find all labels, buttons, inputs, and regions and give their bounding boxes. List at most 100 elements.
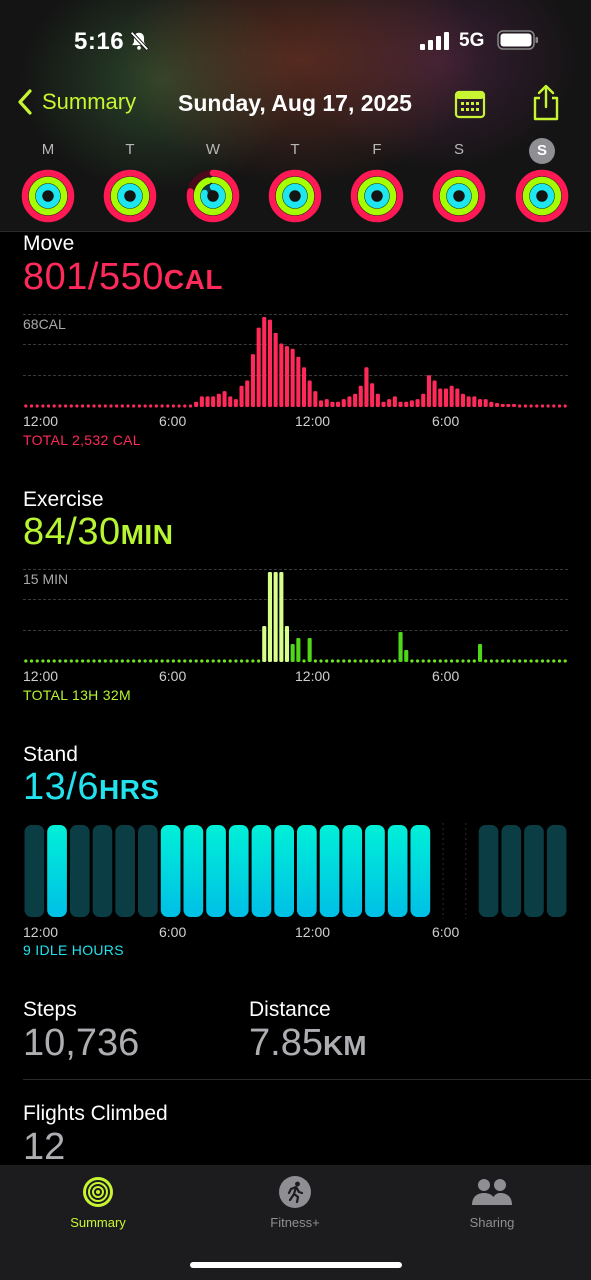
move-bar [302, 367, 307, 407]
move-bar [313, 391, 318, 407]
move-bar [194, 401, 199, 407]
stand-bars [24, 823, 567, 919]
tab-fitness-plus[interactable]: Fitness+ [235, 1175, 355, 1230]
exercise-title: Exercise [23, 488, 104, 511]
move-bar [75, 404, 79, 408]
day-0[interactable]: M [18, 138, 78, 223]
move-bar [205, 396, 210, 407]
move-bar [353, 393, 358, 407]
exercise-bar [535, 659, 539, 663]
exercise-bar [404, 650, 409, 662]
move-bars [24, 317, 567, 408]
day-label: T [125, 141, 135, 158]
move-bar [24, 404, 28, 408]
move-bar [199, 396, 204, 407]
home-indicator [190, 1262, 402, 1268]
stand-bar [274, 825, 294, 917]
move-bar [81, 404, 85, 408]
tab-fitness-plus-label: Fitness+ [270, 1215, 320, 1230]
exercise-value: 84/30MIN [23, 511, 173, 554]
x-label: 6:00 [159, 413, 187, 429]
divider [23, 1079, 591, 1080]
ring-progress [282, 183, 308, 209]
exercise-bar [98, 659, 102, 663]
stand-value: 13/6HRS [23, 766, 160, 809]
stand-value-number: 13/6 [23, 766, 99, 808]
x-label: 6:00 [432, 924, 460, 940]
x-label: 12:00 [295, 924, 331, 940]
move-bar [557, 404, 562, 408]
tab-summary-label: Summary [70, 1215, 126, 1230]
move-bar [64, 404, 68, 408]
move-bar [478, 399, 483, 407]
stand-chart [23, 823, 568, 919]
x-label: 12:00 [23, 413, 59, 429]
move-bar [523, 404, 527, 408]
exercise-bar [495, 659, 499, 663]
exercise-bar [359, 659, 363, 663]
exercise-bars [24, 572, 567, 663]
x-label: 12:00 [295, 413, 331, 429]
exercise-bar [154, 659, 158, 663]
day-4[interactable]: F [347, 138, 407, 223]
exercise-bar [257, 659, 261, 663]
share-icon[interactable] [530, 84, 562, 122]
day-2[interactable]: W [183, 138, 243, 223]
move-bar [438, 388, 443, 407]
stand-bar [251, 825, 272, 917]
activity-rings-icon [186, 169, 240, 223]
exercise-bar [52, 659, 56, 663]
exercise-bar [319, 659, 323, 663]
stand-bar [47, 825, 67, 917]
move-bar [421, 393, 426, 407]
tab-summary[interactable]: Summary [38, 1175, 158, 1230]
move-bar [449, 385, 454, 407]
day-3[interactable]: T [265, 138, 325, 223]
ring-progress [529, 183, 555, 209]
move-bar [98, 404, 102, 408]
exercise-bar [41, 659, 45, 663]
day-6[interactable]: S [512, 138, 572, 223]
exercise-bar [29, 659, 34, 663]
activity-rings-icon [432, 169, 486, 223]
exercise-bar [472, 659, 476, 663]
x-label: 12:00 [295, 668, 331, 684]
exercise-bar [120, 659, 124, 663]
move-bar [41, 404, 45, 408]
move-bar [69, 404, 73, 408]
exercise-bar [222, 659, 227, 663]
move-bar [46, 404, 51, 408]
exercise-bar [188, 659, 193, 663]
stand-bar [69, 825, 90, 917]
calendar-icon[interactable] [454, 88, 486, 120]
move-bar [495, 403, 500, 407]
exercise-total: TOTAL 13H 32M [23, 687, 131, 703]
exercise-bar [455, 659, 459, 663]
x-label: 6:00 [159, 924, 187, 940]
move-bar [364, 367, 369, 407]
move-bar [296, 356, 301, 407]
tab-sharing[interactable]: Sharing [432, 1175, 552, 1230]
move-bar [154, 404, 158, 408]
stand-bar [138, 825, 158, 917]
exercise-bar [284, 626, 289, 662]
exercise-bar [46, 659, 51, 663]
day-1[interactable]: T [100, 138, 160, 223]
move-bar [160, 404, 164, 408]
exercise-bar [279, 572, 284, 662]
page-title: Sunday, Aug 17, 2025 [178, 90, 412, 116]
move-bar [233, 399, 238, 407]
move-bar [358, 385, 363, 407]
exercise-bar [342, 659, 346, 663]
move-bar [336, 401, 341, 407]
steps-value: 10,736 [23, 1022, 140, 1064]
back-button[interactable]: Summary [16, 88, 136, 116]
move-chart: 68CAL [23, 314, 568, 408]
exercise-bar [234, 659, 238, 663]
day-label: S [453, 141, 464, 158]
exercise-bar [307, 638, 312, 662]
exercise-bar [376, 659, 380, 663]
move-bar [472, 396, 477, 407]
day-5[interactable]: S [429, 138, 489, 223]
move-bar [489, 401, 494, 407]
